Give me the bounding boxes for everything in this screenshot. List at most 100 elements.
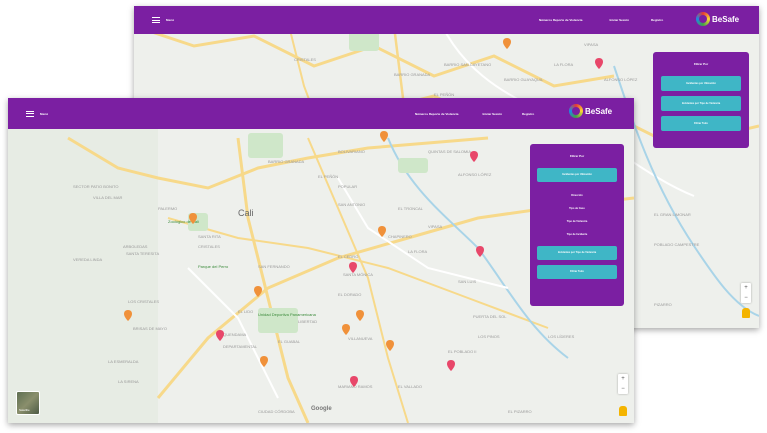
map-label: CIUDAD CÓRDOBA bbox=[258, 409, 295, 414]
filter-option-incident-type[interactable]: Tipo de Incidente bbox=[530, 233, 624, 236]
besafe-logo[interactable]: BeSafe bbox=[696, 12, 739, 26]
map-poi-label: Parque del Perro bbox=[198, 264, 229, 269]
map-label: VILLANUEVA bbox=[348, 336, 373, 341]
map-label: LOS PINOS bbox=[478, 334, 500, 339]
zoom-control[interactable]: + − bbox=[618, 374, 628, 394]
map-label: VEREDA LINDA bbox=[73, 257, 102, 262]
map-label: PIZARRO bbox=[654, 302, 672, 307]
map-label: SECTOR PATIO BONITO bbox=[73, 184, 119, 189]
filter-location-button[interactable]: Incidentes por Ubicación bbox=[537, 168, 617, 182]
front-screen: SECTOR PATIO BONITO VILLA DEL MAR PALERM… bbox=[8, 98, 634, 423]
map-label: BRISAS DE MAYO bbox=[133, 326, 167, 331]
map-label: PALERMO bbox=[158, 206, 177, 211]
map-label: BARRIO GRANADA bbox=[394, 72, 431, 77]
street-view-icon[interactable] bbox=[742, 308, 750, 318]
satellite-label: Satellite bbox=[19, 408, 30, 412]
map-label: BARRIO SAN CAYETANO bbox=[444, 62, 491, 67]
map-label: EL PEÑÓN bbox=[318, 174, 338, 179]
zoom-in-icon[interactable]: + bbox=[741, 283, 751, 293]
map-label: ARBOLEDAS bbox=[123, 244, 148, 249]
map-label: ALFONSO LÓPEZ bbox=[458, 172, 492, 177]
map-label: CRISTALES bbox=[294, 57, 316, 62]
map-label: EL CEDRO bbox=[338, 254, 358, 259]
map-label: EL VALLADO bbox=[398, 384, 422, 389]
nav-violence-numbers[interactable]: Números Reporte de Violencia bbox=[539, 18, 582, 22]
map-label: EL LIDO bbox=[238, 309, 253, 314]
map-label: EL DORADO bbox=[338, 292, 361, 297]
header-bar: Menú Números Reporte de Violencia Inicia… bbox=[134, 6, 759, 34]
map-label: SANTA RITA bbox=[198, 234, 221, 239]
map-label: LA SIRENA bbox=[118, 379, 139, 384]
menu-label[interactable]: Menú bbox=[40, 112, 48, 116]
street-view-icon[interactable] bbox=[619, 406, 627, 416]
map-label: EL PEÑÓN bbox=[434, 92, 454, 97]
filter-title: Filtrar Por bbox=[693, 62, 709, 66]
zoom-control[interactable]: + − bbox=[741, 283, 751, 303]
besafe-logo[interactable]: BeSafe bbox=[569, 104, 612, 118]
zoom-in-icon[interactable]: + bbox=[618, 374, 628, 384]
map-label: SAN LUIS bbox=[458, 279, 477, 284]
menu-icon[interactable] bbox=[152, 17, 160, 23]
map-label: ALFONSO LÓPEZ bbox=[604, 77, 638, 82]
filter-title: Filtrar Por bbox=[569, 154, 585, 158]
map-label: POBLADO CAMPESTRE bbox=[654, 242, 700, 247]
map-label: EL GUABAL bbox=[278, 339, 301, 344]
map-label: VIPASA bbox=[428, 224, 442, 229]
filter-violence-type-button[interactable]: Incidentes por Tipo de Violencia bbox=[537, 246, 617, 260]
map-label: POPULAR bbox=[338, 184, 357, 189]
nav-links: Números Reporte de Violencia Iniciar Ses… bbox=[415, 112, 534, 116]
filter-all-button[interactable]: Filtrar Todo bbox=[537, 265, 617, 279]
nav-register[interactable]: Registro bbox=[651, 18, 663, 22]
map-label: CHAPINERO bbox=[388, 234, 412, 239]
header-bar: Menú Números Reporte de Violencia Inicia… bbox=[8, 98, 634, 129]
nav-login[interactable]: Iniciar Sesión bbox=[609, 18, 629, 22]
map-label: LA FLORA bbox=[408, 249, 427, 254]
menu-icon[interactable] bbox=[26, 110, 34, 117]
map-label: BOLIVARIANO bbox=[338, 149, 365, 154]
map-label: LA FLORA bbox=[554, 62, 573, 67]
map-label: SANTA MÓNICA bbox=[343, 272, 373, 277]
map-label: LA ESMERALDA bbox=[108, 359, 139, 364]
map-label: LOS LÍDERES bbox=[548, 334, 575, 339]
filter-all-button[interactable]: Filtrar Todo bbox=[661, 116, 741, 131]
filter-location-button[interactable]: Incidentes por Ubicación bbox=[661, 76, 741, 91]
map-label: CRISTALES bbox=[198, 244, 220, 249]
stage: SECTOR PATIO BARRIO SANTA TERESITA CRIST… bbox=[0, 0, 767, 433]
nav-register[interactable]: Registro bbox=[522, 112, 534, 116]
filter-violence-type-button[interactable]: Incidentes por Tipo de Violencia bbox=[661, 96, 741, 111]
map-label: DEPARTAMENTAL bbox=[223, 344, 258, 349]
map-label: EL PIZARRO bbox=[508, 409, 532, 414]
map-label: VIPASA bbox=[584, 42, 598, 47]
filter-option-address[interactable]: Dirección bbox=[530, 194, 624, 197]
map-city-label: Cali bbox=[238, 208, 254, 218]
logo-mark-icon bbox=[696, 12, 710, 26]
satellite-toggle[interactable]: Satellite bbox=[16, 391, 40, 415]
brand-name: BeSafe bbox=[585, 106, 613, 116]
google-logo: Google bbox=[311, 406, 332, 412]
brand-name: BeSafe bbox=[712, 14, 740, 24]
filter-panel: Filtrar Por Incidentes por Ubicación Inc… bbox=[653, 52, 749, 148]
nav-login[interactable]: Iniciar Sesión bbox=[482, 112, 502, 116]
filter-panel: Filtrar Por Incidentes por Ubicación Dir… bbox=[530, 144, 624, 306]
map-label: VILLA DEL MAR bbox=[93, 195, 123, 200]
map-label: BARRIO GUAYAQUIL bbox=[504, 77, 544, 82]
filter-option-violence-type[interactable]: Tipo de Violencia bbox=[530, 220, 624, 223]
zoom-out-icon[interactable]: − bbox=[741, 293, 751, 303]
map-poi-label: Unidad Deportiva Panamericana bbox=[258, 312, 317, 317]
map-label: SAN FERNANDO bbox=[258, 264, 290, 269]
logo-mark-icon bbox=[569, 104, 583, 118]
map-label: QUINTAS DE SALOMIA bbox=[428, 149, 471, 154]
map-label: EL GRAN LIMONAR bbox=[654, 212, 691, 217]
map-label: PUERTA DEL SOL bbox=[473, 314, 507, 319]
map-label: LIBERTAD bbox=[298, 319, 317, 324]
nav-violence-numbers[interactable]: Números Reporte de Violencia bbox=[415, 112, 458, 116]
nav-links: Números Reporte de Violencia Iniciar Ses… bbox=[539, 18, 663, 22]
map-label: SAN ANTONIO bbox=[338, 202, 365, 207]
zoom-out-icon[interactable]: − bbox=[618, 384, 628, 394]
map-label: BARRIO GRANADA bbox=[268, 159, 305, 164]
menu-label[interactable]: Menú bbox=[166, 18, 174, 22]
map-label: LOS CRISTALES bbox=[128, 299, 159, 304]
map-label: SANTA TERESITA bbox=[126, 251, 159, 256]
map-label: EL TRONCAL bbox=[398, 206, 424, 211]
filter-option-case-type[interactable]: Tipo de Caso bbox=[530, 207, 624, 210]
